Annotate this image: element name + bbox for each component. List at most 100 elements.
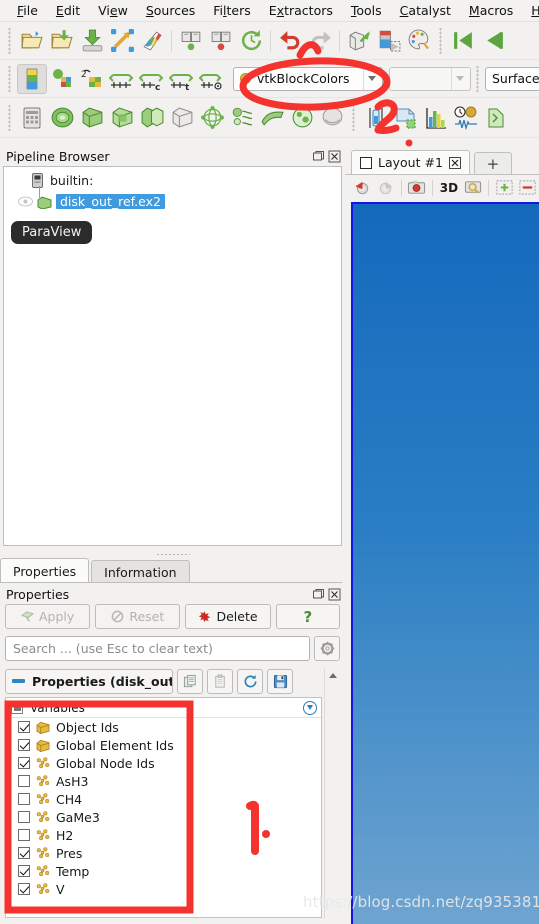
tab-information[interactable]: Information <box>91 560 190 583</box>
variable-row[interactable]: H2 <box>6 826 321 844</box>
reset-session-icon[interactable] <box>236 26 266 56</box>
previous-frame-icon[interactable] <box>478 26 508 56</box>
undo-icon[interactable] <box>275 26 305 56</box>
open-file-icon[interactable] <box>17 26 47 56</box>
menu-edit[interactable]: Edit <box>47 1 89 20</box>
connect-server-icon[interactable] <box>176 26 206 56</box>
view-mode-3d-label[interactable]: 3D <box>437 177 461 199</box>
glyph-icon[interactable] <box>197 103 227 133</box>
variable-checkbox[interactable] <box>18 829 30 841</box>
undock-icon[interactable] <box>312 150 325 163</box>
pipeline-browser-list[interactable]: builtin: disk_out_ref.ex2 ParaView <box>3 166 342 546</box>
histogram-icon[interactable] <box>421 103 451 133</box>
menu-sources[interactable]: Sources <box>137 1 204 20</box>
variable-checkbox[interactable] <box>18 775 30 787</box>
save-data-icon[interactable] <box>77 26 107 56</box>
chevron-down-icon[interactable] <box>451 67 468 90</box>
rescale-to-temporal-range-icon[interactable] <box>197 64 227 94</box>
stream-tracer-icon[interactable] <box>227 103 257 133</box>
magnify-icon[interactable] <box>462 177 484 199</box>
properties-group-header[interactable]: Properties (disk_out <box>5 668 173 694</box>
variable-row[interactable]: AsH3 <box>6 772 321 790</box>
pipeline-item-builtin[interactable]: builtin: <box>4 171 341 190</box>
close-icon[interactable] <box>328 588 341 601</box>
render-view[interactable] <box>351 202 539 924</box>
contour-icon[interactable] <box>317 103 347 133</box>
spreadsheet-icon[interactable] <box>17 103 47 133</box>
menu-file[interactable]: FFileile <box>8 1 47 20</box>
variables-header[interactable]: Variables <box>6 698 321 718</box>
save-as-defaults-icon[interactable] <box>267 668 293 694</box>
rescale-to-data-range-icon[interactable]: 2 <box>77 64 107 94</box>
split-vertical-icon[interactable] <box>517 177 539 199</box>
slice-icon[interactable] <box>47 103 77 133</box>
save-screenshot-icon[interactable] <box>107 26 137 56</box>
first-frame-icon[interactable] <box>448 26 478 56</box>
variable-row[interactable]: Pres <box>6 844 321 862</box>
panel-splitter[interactable] <box>0 550 345 558</box>
undock-icon[interactable] <box>312 588 325 601</box>
delete-button[interactable]: Delete <box>185 604 271 629</box>
animation-icon[interactable] <box>451 103 481 133</box>
pipeline-item-dataset[interactable]: disk_out_ref.ex2 <box>4 192 341 211</box>
representation-combo[interactable]: Surface <box>485 66 539 91</box>
disconnect-server-icon[interactable] <box>206 26 236 56</box>
toolbar-grip[interactable] <box>475 65 482 92</box>
close-icon[interactable] <box>328 150 341 163</box>
menu-macros[interactable]: Macros <box>460 1 522 20</box>
color-component-combo[interactable] <box>389 66 471 91</box>
scroll-up-arrow-icon[interactable] <box>325 668 341 683</box>
restore-defaults-icon[interactable] <box>237 668 263 694</box>
variable-checkbox[interactable] <box>18 721 30 733</box>
variable-row[interactable]: Global Element Ids <box>6 736 321 754</box>
menu-tools[interactable]: Tools <box>342 1 391 20</box>
save-animation-icon[interactable] <box>137 26 167 56</box>
tab-properties[interactable]: Properties <box>0 558 90 583</box>
camera-undo-icon[interactable] <box>344 26 374 56</box>
rescale-to-visible-range-icon[interactable]: t <box>167 64 197 94</box>
rescale-to-custom-range-icon[interactable] <box>107 64 137 94</box>
toolbar-grip[interactable] <box>7 27 14 54</box>
toolbar-grip[interactable] <box>7 104 14 131</box>
menu-extractors[interactable]: Extractors <box>260 1 342 20</box>
split-horizontal-icon[interactable] <box>493 177 515 199</box>
toggle-color-legend-icon[interactable] <box>17 63 47 94</box>
apply-button[interactable]: Apply <box>5 604 91 629</box>
menu-catalyst[interactable]: Catalyst <box>391 1 460 20</box>
gear-icon[interactable] <box>314 636 340 661</box>
clip-icon[interactable] <box>77 103 107 133</box>
variable-checkbox[interactable] <box>18 865 30 877</box>
open-recent-icon[interactable] <box>47 26 77 56</box>
probe-icon[interactable] <box>361 103 391 133</box>
variable-row[interactable]: Global Node Ids <box>6 754 321 772</box>
copy-icon[interactable] <box>177 668 203 694</box>
outline-icon[interactable] <box>167 103 197 133</box>
redo-icon[interactable] <box>305 26 335 56</box>
paste-icon[interactable] <box>207 668 233 694</box>
edit-color-map-icon[interactable] <box>47 64 77 94</box>
chevron-down-icon[interactable] <box>363 67 380 90</box>
toolbar-grip[interactable] <box>7 65 14 92</box>
toolbar-grip[interactable] <box>351 104 358 131</box>
variable-checkbox[interactable] <box>18 793 30 805</box>
variable-row[interactable]: Object Ids <box>6 718 321 736</box>
warp-icon[interactable] <box>257 103 287 133</box>
variable-checkbox[interactable] <box>18 811 30 823</box>
reset-button[interactable]: Reset <box>95 604 181 629</box>
menu-help[interactable]: Help <box>522 1 539 20</box>
variable-row[interactable]: GaMe3 <box>6 808 321 826</box>
search-input[interactable]: Search ... (use Esc to clear text) <box>5 636 310 661</box>
close-icon[interactable] <box>448 156 461 169</box>
eye-icon[interactable] <box>18 196 33 207</box>
menu-filters[interactable]: Filters <box>204 1 260 20</box>
help-button[interactable]: ? <box>275 604 341 629</box>
extract-icon[interactable] <box>107 103 137 133</box>
color-palette-icon[interactable] <box>404 26 434 56</box>
edit-color-map-icon[interactable] <box>374 26 404 56</box>
toolbar-grip[interactable] <box>438 27 445 54</box>
variables-list[interactable]: Object Ids Global Element Ids Global Node … <box>6 718 321 898</box>
threshold-icon[interactable] <box>137 103 167 133</box>
variable-row[interactable]: CH4 <box>6 790 321 808</box>
plot-over-line-icon[interactable] <box>391 103 421 133</box>
camera-undo-icon[interactable] <box>351 177 373 199</box>
